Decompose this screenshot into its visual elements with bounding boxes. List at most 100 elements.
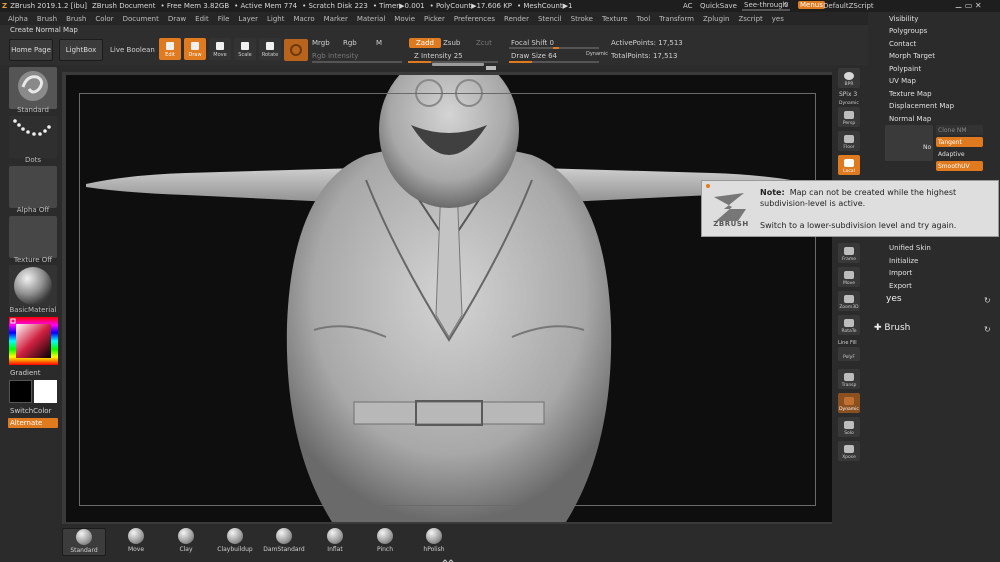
zcut-button[interactable]: Zcut [476, 39, 492, 47]
displacement-map-subpalette[interactable]: Displacement Map [889, 102, 954, 110]
canvas-top-handle[interactable] [486, 66, 496, 70]
switch-color-button[interactable]: SwitchColor [10, 407, 51, 415]
menu-item[interactable]: Marker [324, 15, 348, 23]
brush-standard[interactable]: Standard [62, 528, 106, 556]
visibility-subpalette[interactable]: Visibility [889, 15, 918, 23]
import-subpalette[interactable]: Import [889, 269, 912, 277]
rgb-intensity-slider[interactable]: Rgb Intensity [312, 52, 358, 60]
menu-item[interactable]: Picker [424, 15, 445, 23]
polyf-button[interactable]: PolyF [838, 347, 860, 361]
solo-button[interactable]: Solo [838, 417, 860, 437]
menu-item[interactable]: File [218, 15, 230, 23]
texture-thumbnail[interactable] [9, 216, 57, 258]
window-controls[interactable]: ⚊ ▭ ✕ [955, 1, 982, 10]
normal-map-preview[interactable] [885, 125, 933, 161]
menu-item[interactable]: Movie [394, 15, 415, 23]
m-button[interactable]: M [376, 39, 382, 47]
alternate-button[interactable]: Alternate [8, 418, 58, 428]
menu-item[interactable]: Brush [66, 15, 86, 23]
spix-control[interactable]: SPix 3 [839, 91, 857, 98]
draw-mode-button[interactable]: Draw [184, 38, 206, 60]
floor-button[interactable]: Floor [838, 131, 860, 151]
shelf-scroll-handle[interactable] [432, 63, 484, 66]
focal-shift-slider[interactable]: Focal Shift 0 [511, 39, 554, 47]
rotate-view-button[interactable]: RotaTe [838, 315, 860, 335]
polypaint-subpalette[interactable]: Polypaint [889, 65, 921, 73]
uv-map-subpalette[interactable]: UV Map [889, 77, 916, 85]
scale-mode-button[interactable]: Scale [234, 38, 256, 60]
menu-item[interactable]: Brush [37, 15, 57, 23]
menu-item[interactable]: Macro [293, 15, 314, 23]
menu-item[interactable]: Transform [659, 15, 694, 23]
menu-item[interactable]: Edit [195, 15, 209, 23]
menus-button[interactable]: Menus [798, 1, 825, 9]
move-view-button[interactable]: Move [838, 267, 860, 287]
initialize-subpalette[interactable]: Initialize [889, 257, 918, 265]
tangent-toggle[interactable]: Tangent [936, 137, 983, 147]
brush-damstandard[interactable]: DamStandard [262, 528, 306, 556]
brush-inflat[interactable]: Inflat [313, 528, 357, 556]
material-thumbnail[interactable] [9, 265, 57, 307]
color-picker[interactable] [9, 317, 58, 365]
menu-item[interactable]: yes [772, 15, 784, 23]
move-mode-button[interactable]: Move [209, 38, 231, 60]
alpha-thumbnail[interactable] [9, 166, 57, 208]
color-swatch-button[interactable] [284, 39, 308, 61]
menu-item[interactable]: Preferences [454, 15, 495, 23]
menu-item[interactable]: Render [504, 15, 529, 23]
xpose-button[interactable]: Xpose [838, 441, 860, 461]
main-color-swatch[interactable] [34, 380, 57, 403]
brush-clay[interactable]: Clay [164, 528, 208, 556]
zoom3d-button[interactable]: Zoom3D [838, 291, 860, 311]
zsub-button[interactable]: Zsub [443, 39, 460, 47]
menu-item[interactable]: Draw [168, 15, 186, 23]
rotate-mode-button[interactable]: Rotate [259, 38, 281, 60]
menu-item[interactable]: Zplugin [703, 15, 729, 23]
morph-target-subpalette[interactable]: Morph Target [889, 52, 935, 60]
unified-skin-subpalette[interactable]: Unified Skin [889, 244, 931, 252]
menu-item[interactable]: Tool [637, 15, 651, 23]
edit-mode-button[interactable]: Edit [159, 38, 181, 60]
quicksave-button[interactable]: QuickSave [700, 2, 737, 10]
smoothuv-toggle[interactable]: SmoothUV [936, 161, 983, 171]
yes-refresh-icon[interactable]: ↻ [984, 296, 991, 305]
menu-item[interactable]: Alpha [8, 15, 28, 23]
brush-refresh-icon[interactable]: ↻ [984, 325, 991, 334]
secondary-color-swatch[interactable] [9, 380, 32, 403]
yes-palette-header[interactable]: yes [886, 294, 902, 304]
menu-item[interactable]: Document [123, 15, 159, 23]
bpr-button[interactable]: BPR [838, 68, 860, 88]
menu-item[interactable]: Light [267, 15, 284, 23]
transp-button[interactable]: Transp [838, 369, 860, 389]
local-button[interactable]: Local [838, 155, 860, 175]
frame-button[interactable]: Frame [838, 243, 860, 263]
z-intensity-slider[interactable]: Z Intensity 25 [414, 52, 463, 60]
default-zscript-button[interactable]: DefaultZScript [823, 2, 874, 10]
polygroups-subpalette[interactable]: Polygroups [889, 27, 927, 35]
zadd-button[interactable]: Zadd [409, 38, 441, 48]
standard-brush-thumbnail[interactable] [9, 67, 57, 109]
see-through-slider[interactable]: See-through 0 [742, 1, 792, 11]
gradient-toggle[interactable]: Gradient [10, 369, 40, 377]
lightbox-button[interactable]: LightBox [59, 39, 103, 61]
dynamic-button[interactable]: Dynamic [586, 51, 608, 57]
adaptive-toggle[interactable]: Adaptive [936, 149, 983, 159]
live-boolean-button[interactable]: Live Boolean [110, 46, 155, 54]
menu-item[interactable]: Material [357, 15, 385, 23]
menu-item[interactable]: Layer [238, 15, 258, 23]
menu-item[interactable]: Zscript [738, 15, 762, 23]
brush-claybuildup[interactable]: Claybuildup [213, 528, 257, 556]
clone-nm-button[interactable]: Clone NM [936, 125, 983, 135]
brush-palette-header[interactable]: ✚ Brush [874, 323, 910, 333]
ac-button[interactable]: AC [683, 2, 693, 10]
contact-subpalette[interactable]: Contact [889, 40, 916, 48]
draw-size-slider[interactable]: Draw Size 64 [511, 52, 557, 60]
export-subpalette[interactable]: Export [889, 282, 912, 290]
menu-item[interactable]: Stroke [571, 15, 593, 23]
menu-item[interactable]: Stencil [538, 15, 562, 23]
texture-map-subpalette[interactable]: Texture Map [889, 90, 932, 98]
dots-stroke-thumbnail[interactable] [9, 116, 57, 158]
brush-pinch[interactable]: Pinch [363, 528, 407, 556]
brush-hpolish[interactable]: hPolish [412, 528, 456, 556]
persp-button[interactable]: Persp [838, 107, 860, 127]
